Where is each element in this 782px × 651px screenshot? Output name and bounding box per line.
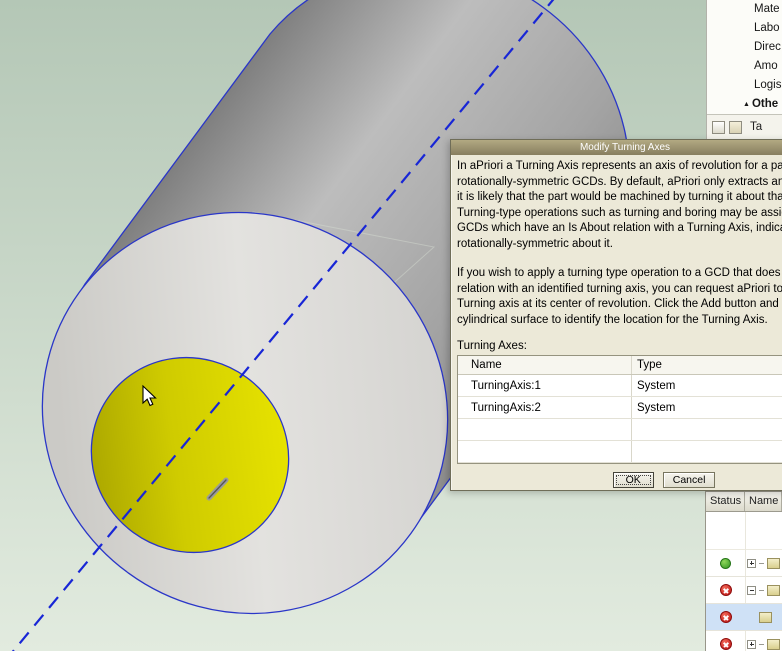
table-row-empty[interactable] — [458, 441, 782, 463]
table-row[interactable] — [706, 550, 782, 577]
tree-dash — [759, 644, 764, 645]
status-error-icon — [720, 584, 732, 596]
intro-line: rotationally-symmetric GCDs. By default,… — [457, 175, 782, 191]
intro-line: In aPriori a Turning Axis represents an … — [457, 159, 782, 175]
app-window: Mate Labo Direc Amo Logis ▲ Othe Ta Stat… — [0, 0, 782, 651]
table-row-selected[interactable] — [706, 604, 782, 631]
cost-label-material: Mate — [707, 0, 782, 19]
cancel-button[interactable]: Cancel — [663, 472, 716, 488]
gcd-node-icon — [767, 558, 780, 569]
status-error-icon — [720, 611, 732, 623]
body-line: Turning axis at its center of revolution… — [457, 297, 782, 313]
axis-type-cell: System — [632, 402, 782, 414]
table-view-icon[interactable] — [712, 121, 725, 134]
turning-axes-table-header: Name Type — [458, 356, 782, 375]
section-other-label: Othe — [752, 95, 778, 114]
cost-label-direct: Direc — [707, 38, 782, 57]
panel-toolbar: Ta — [707, 114, 782, 139]
intro-line: rotationally-symmetric about it. — [457, 237, 782, 253]
column-header-name[interactable]: Name — [745, 492, 782, 511]
dialog-instructions-text: If you wish to apply a turning type oper… — [457, 266, 782, 328]
modify-turning-axes-dialog: Modify Turning Axes In aPriori a Turning… — [450, 139, 782, 491]
gcd-node-icon — [759, 612, 772, 623]
cost-label-labor: Labo — [707, 19, 782, 38]
collapse-triangle-icon: ▲ — [743, 95, 750, 114]
axis-name-cell: TurningAxis:1 — [458, 375, 632, 396]
tree-dash — [759, 563, 764, 564]
column-header-type[interactable]: Type — [632, 359, 782, 371]
table-row[interactable] — [706, 631, 782, 651]
collapse-icon[interactable] — [747, 586, 756, 595]
body-line: relation with an identified turning axis… — [457, 282, 782, 298]
column-header-status[interactable]: Status — [706, 492, 745, 511]
expand-icon[interactable] — [747, 559, 756, 568]
dialog-title-bar[interactable]: Modify Turning Axes — [451, 140, 782, 155]
table-row[interactable]: TurningAxis:2 System — [458, 397, 782, 419]
column-header-name[interactable]: Name — [458, 356, 632, 374]
turning-axes-label: Turning Axes: — [457, 340, 782, 352]
empty-row — [706, 512, 782, 550]
gcd-status-panel: Status Name — [705, 491, 782, 651]
table-row[interactable]: TurningAxis:1 System — [458, 375, 782, 397]
cost-summary-panel: Mate Labo Direc Amo Logis ▲ Othe Ta — [706, 0, 782, 139]
gcd-node-icon — [767, 639, 780, 650]
expand-icon[interactable] — [747, 640, 756, 649]
body-line: cylindrical surface to identify the loca… — [457, 313, 782, 329]
axis-type-cell: System — [632, 380, 782, 392]
table-row[interactable] — [706, 577, 782, 604]
intro-line: GCDs which have an Is About relation wit… — [457, 221, 782, 237]
turning-axes-table: Name Type TurningAxis:1 System TurningAx… — [457, 355, 782, 464]
table-row-empty[interactable] — [458, 419, 782, 441]
body-line: If you wish to apply a turning type oper… — [457, 266, 782, 282]
ok-button[interactable]: OK — [613, 472, 654, 488]
panel-options-icon[interactable] — [729, 121, 742, 134]
dialog-intro-text: In aPriori a Turning Axis represents an … — [457, 159, 782, 252]
section-other[interactable]: ▲ Othe — [707, 95, 782, 114]
axis-name-cell: TurningAxis:2 — [458, 397, 632, 418]
cost-label-logistics: Logis — [707, 76, 782, 95]
tree-dash — [759, 590, 764, 591]
dialog-button-row: OK Cancel — [496, 472, 782, 488]
tab-label[interactable]: Ta — [750, 121, 762, 133]
intro-line: Turning-type operations such as turning … — [457, 206, 782, 222]
cost-label-amortized: Amo — [707, 57, 782, 76]
status-error-icon — [720, 638, 732, 650]
status-table-header: Status Name — [706, 492, 782, 512]
status-ok-icon — [720, 558, 731, 569]
gcd-node-icon — [767, 585, 780, 596]
intro-line: it is likely that the part would be mach… — [457, 190, 782, 206]
